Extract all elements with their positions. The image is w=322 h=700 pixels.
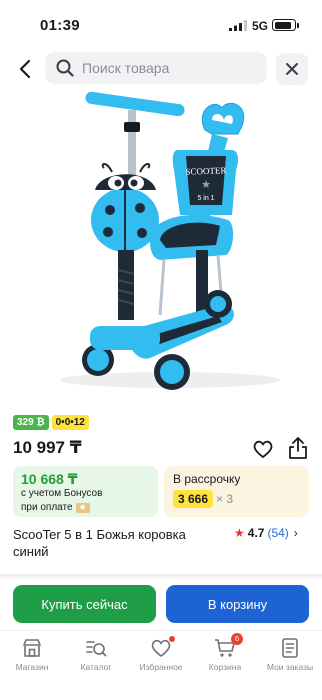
share-icon[interactable]	[287, 436, 309, 460]
review-count: (54)	[267, 526, 289, 540]
back-button[interactable]	[12, 56, 38, 82]
search-icon	[56, 59, 74, 77]
buy-now-button[interactable]: Купить сейчас	[13, 585, 156, 623]
status-time: 01:39	[40, 17, 80, 34]
divider	[0, 574, 322, 580]
bonus-line1: с учетом Бонусов	[21, 488, 103, 499]
product-price: 10 997 ₸	[13, 438, 82, 457]
bonus-line2-wrap: при оплате ◉	[21, 502, 90, 513]
close-button[interactable]	[276, 53, 308, 85]
favorite-heart-icon[interactable]	[252, 438, 274, 460]
network-type: 5G	[252, 19, 269, 33]
bonus-coin-icon: ◉	[75, 502, 90, 513]
nav-item-shop[interactable]: Магазин	[0, 637, 64, 672]
nav-item-catalog[interactable]: Каталог	[64, 637, 128, 672]
rating-value: 4.7	[247, 526, 265, 540]
search-placeholder: Поиск товара	[82, 60, 170, 76]
bottom-nav: Магазин Каталог Избранное 6 Корзина Мои …	[0, 630, 322, 700]
cellular-signal-icon	[229, 20, 247, 31]
battery-icon	[272, 19, 296, 31]
notification-dot	[169, 636, 175, 642]
seat-logo-line2: 5 in 1	[197, 195, 214, 202]
installment-badge: 0•0•12	[51, 415, 89, 430]
shop-icon	[23, 639, 41, 657]
bonus-badge: 329 ₿	[13, 415, 49, 430]
battery-cap	[297, 23, 299, 28]
chevron-right-icon: ›	[293, 526, 298, 540]
search-input[interactable]: Поиск товара	[45, 52, 267, 84]
nav-label-shop: Магазин	[15, 662, 49, 672]
nav-label-catalog: Каталог	[80, 662, 112, 672]
nav-item-cart[interactable]: 6 Корзина	[193, 633, 257, 672]
svg-text:★: ★	[201, 179, 211, 191]
seat-logo-line1: SCOOTER	[185, 165, 226, 176]
nav-label-cart: Корзина	[208, 662, 242, 672]
star-icon: ★	[234, 526, 245, 540]
installment-multiplier: × 3	[216, 492, 234, 506]
bonus-price-card[interactable]: 10 668 ₸ с учетом Бонусов при оплате ◉	[13, 466, 158, 517]
nav-label-orders: Мои заказы	[266, 662, 314, 672]
cart-icon-wrap: 6	[214, 633, 243, 659]
search-row: Поиск товара	[0, 52, 322, 86]
close-icon	[286, 63, 298, 75]
bonus-line2: при оплате	[21, 502, 73, 513]
orders-icon	[282, 638, 298, 658]
promo-badges: 329 ₿ 0•0•12	[13, 415, 89, 430]
installment-amount: 3 666	[173, 490, 214, 508]
installment-row: 3 666 × 3	[173, 490, 233, 508]
chevron-left-icon	[19, 59, 31, 79]
installment-card[interactable]: В рассрочку 3 666 × 3	[164, 466, 309, 517]
rating-link[interactable]: ★ 4.7 (54) ›	[234, 526, 298, 540]
bonus-price: 10 668 ₸	[21, 471, 78, 487]
product-image[interactable]: SCOOTER ★ 5 in 1	[0, 90, 322, 405]
heart-icon-wrap	[150, 636, 175, 659]
catalog-search-icon	[86, 641, 107, 657]
nav-item-favorites[interactable]: Избранное	[129, 636, 193, 672]
installment-title: В рассрочку	[173, 472, 241, 486]
cart-count-badge: 6	[231, 633, 243, 645]
status-bar: 01:39 5G	[0, 0, 322, 48]
product-title: ScooTer 5 в 1 Божья коровка синий	[13, 527, 186, 559]
add-to-cart-button[interactable]: В корзину	[166, 585, 309, 623]
nav-label-favorites: Избранное	[139, 662, 183, 672]
nav-item-orders[interactable]: Мои заказы	[258, 637, 322, 672]
